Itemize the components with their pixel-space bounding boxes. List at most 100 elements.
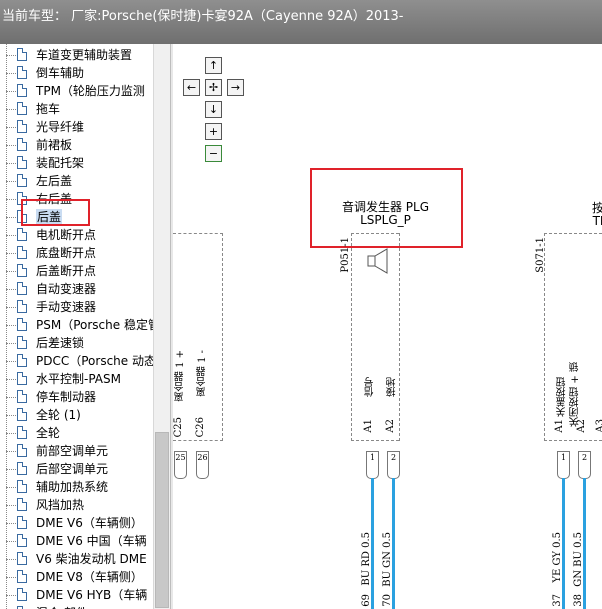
tree-connector <box>6 469 16 470</box>
zoom-out-button[interactable]: − <box>205 145 222 162</box>
tree-item[interactable]: 装配托架 <box>0 154 153 172</box>
tree-connector <box>6 289 16 290</box>
tree-item[interactable]: 手动变速器 <box>0 298 153 316</box>
pan-left-button[interactable]: ← <box>183 79 200 96</box>
tree-item[interactable]: 自动变速器 <box>0 280 153 298</box>
tree-item-label: 装配托架 <box>36 156 85 170</box>
tree-item[interactable]: DME V6 中国（车辆 <box>0 532 153 550</box>
plg-block-left-border <box>351 233 352 441</box>
tree-item-label: 辅助加热系统 <box>36 480 109 494</box>
document-icon <box>17 588 27 601</box>
right-pin-id-3: A3 <box>595 419 602 433</box>
tree-item[interactable]: 后部空调单元 <box>0 460 153 478</box>
plg-pin-id-1: A1 <box>363 419 374 433</box>
tree-item[interactable]: 后差速锁 <box>0 334 153 352</box>
tree-item[interactable]: DME V6（车辆侧） <box>0 514 153 532</box>
document-icon <box>17 66 27 79</box>
tree-item-label: PDCC（Porsche 动态 <box>36 354 153 368</box>
tree-item-label: 车道变更辅助装置 <box>36 48 133 62</box>
document-icon <box>17 426 27 439</box>
tree-item[interactable]: PDCC（Porsche 动态 <box>0 352 153 370</box>
plg-wire-label-1: BU RD 0.5 <box>361 532 372 586</box>
right-pin-label-2: 关闭按钮 + 锁 <box>570 362 581 427</box>
tree-item-label: 前部空调单元 <box>36 444 109 458</box>
tree-item-label: 混合 部件 <box>36 605 88 609</box>
tree-item[interactable]: 底盘断开点 <box>0 244 153 262</box>
tree-item[interactable]: 辅助加热系统 <box>0 478 153 496</box>
right-wire-end-2: 38 <box>573 594 584 607</box>
tree-item[interactable]: 后盖断开点 <box>0 262 153 280</box>
tree-item[interactable]: 倒车辅助 <box>0 64 153 82</box>
left-pin-id-2: C26 <box>195 417 206 438</box>
tree-item-label: V6 柴油发动机 DME <box>36 552 147 566</box>
component-tree[interactable]: 车道变更辅助装置 倒车辅助 TPM（轮胎压力监测 拖车 光导纤维 前裙板 装配托架 左后盖 右后… <box>0 44 153 609</box>
tree-connector <box>6 577 16 578</box>
tree-item[interactable]: 全轮 (1) <box>0 406 153 424</box>
tree-item[interactable]: PSM（Porsche 稳定管 <box>0 316 153 334</box>
tree-connector <box>6 235 16 236</box>
tree-connector <box>6 523 16 524</box>
tree-item[interactable]: 拖车 <box>0 100 153 118</box>
document-icon <box>17 102 27 115</box>
pan-down-button[interactable]: ↓ <box>205 101 222 118</box>
component-title-line2: LSPLG_P <box>360 213 411 227</box>
tree-item[interactable]: TPM（轮胎压力监测 <box>0 82 153 100</box>
tree-item[interactable]: 风挡加热 <box>0 496 153 514</box>
document-icon <box>17 498 27 511</box>
tree-connector <box>6 397 16 398</box>
tree-item-label: 风挡加热 <box>36 498 85 512</box>
tree-connector <box>6 181 16 182</box>
tree-item[interactable]: DME V8（车辆侧） <box>0 568 153 586</box>
plg-pin-label-2: 接地 <box>387 377 398 397</box>
document-icon <box>17 48 27 61</box>
right-component-code: S071-1 <box>535 237 546 273</box>
tree-item-label: 拖车 <box>36 102 61 116</box>
right-pin-id-2: A2 <box>576 419 587 433</box>
document-icon <box>17 462 27 475</box>
tree-item[interactable]: 前裙板 <box>0 136 153 154</box>
left-connector-1[interactable]: 25 <box>174 451 187 479</box>
tree-scrollbar[interactable] <box>153 44 171 609</box>
document-icon <box>17 84 27 97</box>
tree-connector <box>6 73 16 74</box>
plg-connector-1[interactable]: 1 <box>366 451 379 479</box>
plg-block-bottom-border <box>351 440 399 441</box>
tree-item[interactable]: 前部空调单元 <box>0 442 153 460</box>
wiring-diagram[interactable]: ↑ ← ✢ → ↓ + − 音调发生器 PLG LSPLG_P 按 TI 离合器… <box>173 44 602 609</box>
document-icon <box>17 174 27 187</box>
tree-item[interactable]: 混合 部件 <box>0 604 153 609</box>
pan-right-button[interactable]: → <box>227 79 244 96</box>
tree-connector <box>6 451 16 452</box>
tree-connector <box>6 307 16 308</box>
plg-connector-2[interactable]: 2 <box>387 451 400 479</box>
plg-wire-end-1: 69 <box>361 594 372 607</box>
tree-item[interactable]: 全轮 <box>0 424 153 442</box>
tree-item[interactable]: DME V6 HYB（车辆 <box>0 586 153 604</box>
tree-item[interactable]: 左后盖 <box>0 172 153 190</box>
left-block-top-border <box>173 233 223 234</box>
document-icon <box>17 354 27 367</box>
document-icon <box>17 390 27 403</box>
tree-connector <box>6 55 16 56</box>
tree-item[interactable]: 车道变更辅助装置 <box>0 46 153 64</box>
tree-item[interactable]: 光导纤维 <box>0 118 153 136</box>
plg-pin-label-1: 信号 <box>365 377 376 397</box>
document-icon <box>17 336 27 349</box>
left-connector-2[interactable]: 26 <box>196 451 209 479</box>
right-connector-2[interactable]: 2 <box>578 451 591 479</box>
right-pin-label-1: 关盖按钮 <box>557 377 568 417</box>
tree-item-label: DME V8（车辆侧） <box>36 570 143 584</box>
right-connector-1[interactable]: 1 <box>557 451 570 479</box>
tree-connector <box>6 253 16 254</box>
speaker-icon <box>367 248 388 274</box>
scrollbar-thumb[interactable] <box>155 432 169 608</box>
tree-item[interactable]: 停车制动器 <box>0 388 153 406</box>
tree-item[interactable]: 水平控制-PASM <box>0 370 153 388</box>
zoom-in-button[interactable]: + <box>205 123 222 140</box>
tree-item[interactable]: 电机断开点 <box>0 226 153 244</box>
tree-item[interactable]: V6 柴油发动机 DME <box>0 550 153 568</box>
pan-center-button[interactable]: ✢ <box>205 79 222 96</box>
pan-up-button[interactable]: ↑ <box>205 57 222 74</box>
right-pin-id-1: A1 <box>554 419 565 433</box>
document-icon <box>17 480 27 493</box>
